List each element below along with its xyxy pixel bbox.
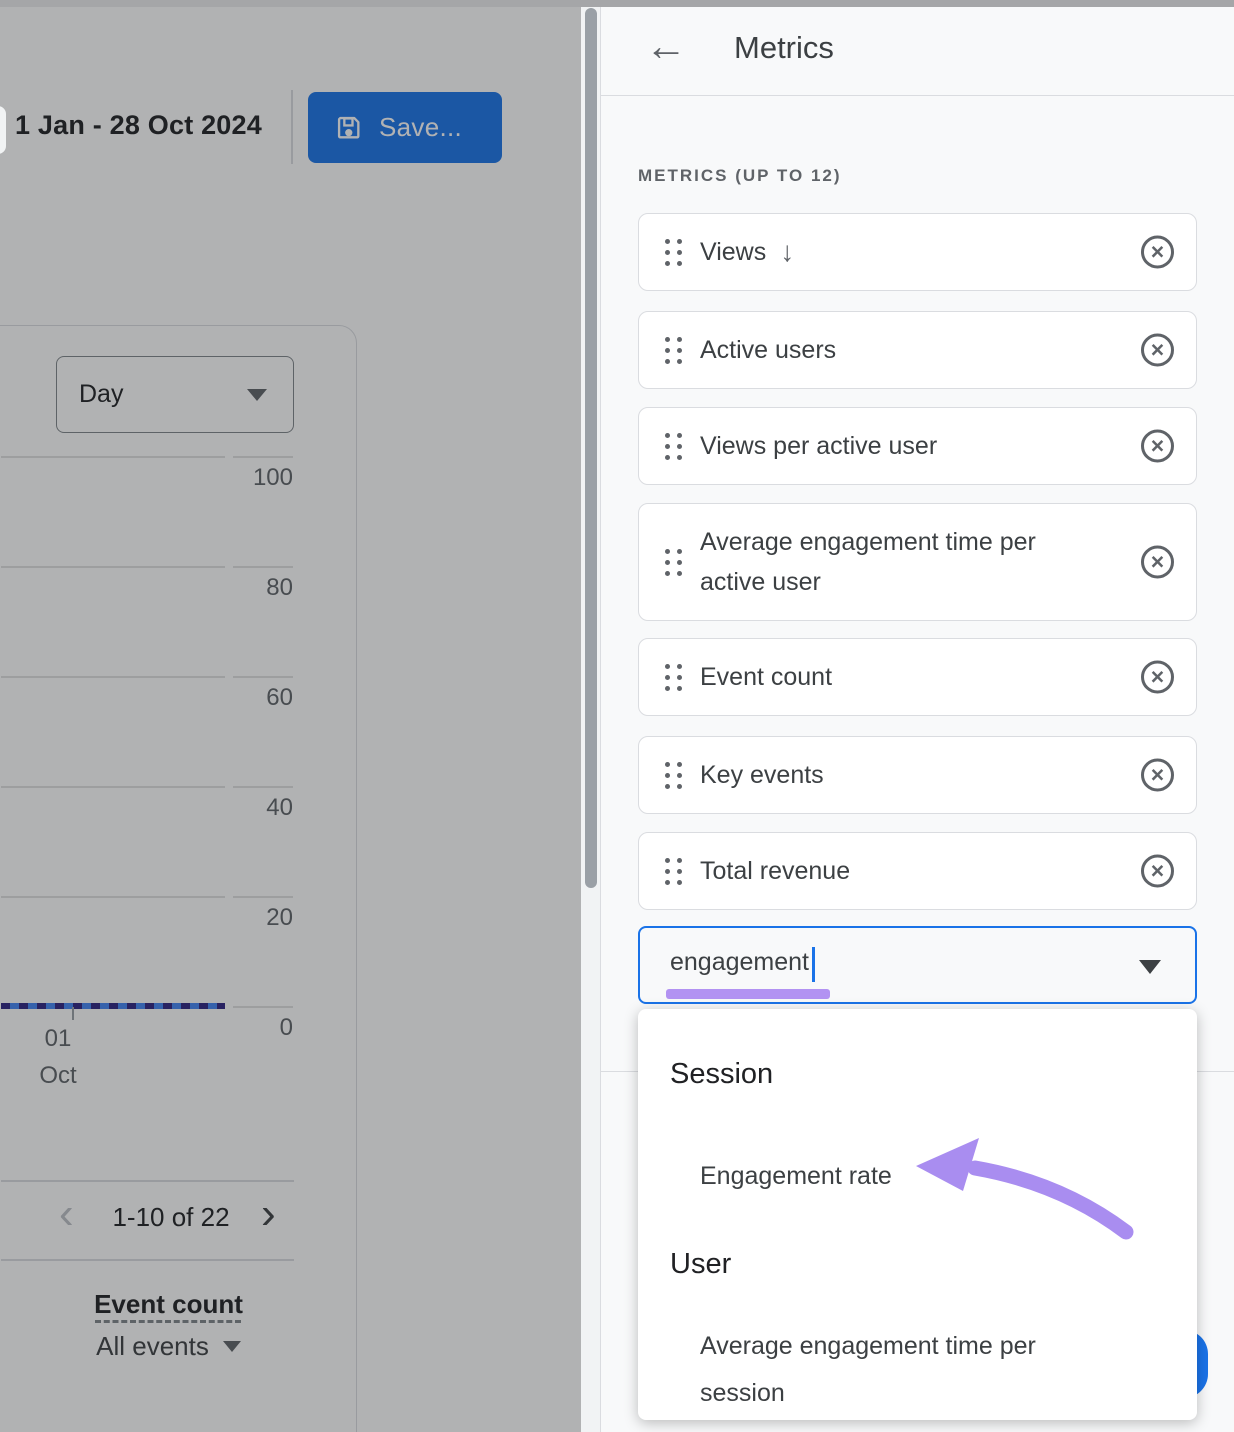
top-chrome-bar [0,0,1234,7]
metric-chip-label: Total revenue [700,851,850,891]
remove-metric-icon[interactable]: × [1141,759,1174,792]
metric-search-value: engagement [670,948,809,977]
back-arrow-icon[interactable]: ← [645,22,687,70]
suggestion-item-average-engagement-time-per-session[interactable]: Average engagement time per session [700,1323,1100,1417]
suggestion-group-header: User [670,1248,731,1281]
suggestion-item-engagement-rate[interactable]: Engagement rate [700,1153,1100,1200]
chevron-down-icon[interactable] [1139,960,1161,974]
panel-title: Metrics [734,30,834,66]
metric-chip-active-users[interactable]: Active users × [638,311,1197,389]
panel-header: ← Metrics [601,0,1234,96]
drag-handle-icon[interactable] [665,858,682,885]
remove-metric-icon[interactable]: × [1141,430,1174,463]
remove-metric-icon[interactable]: × [1141,236,1174,269]
drag-handle-icon[interactable] [665,549,682,576]
metric-chip-label: Views [700,232,766,272]
text-cursor [812,947,815,982]
metric-chip-total-revenue[interactable]: Total revenue × [638,832,1197,910]
sort-desc-icon: ↓ [780,236,794,268]
metric-chip-label: Active users [700,330,836,370]
remove-metric-icon[interactable]: × [1141,546,1174,579]
remove-metric-icon[interactable]: × [1141,855,1174,888]
metrics-panel: ← Metrics METRICS (UP TO 12) Views↓×Acti… [600,0,1234,1432]
edge-widget [0,106,6,154]
report-background: 1 Jan - 28 Oct 2024 Save... Day 10080604… [0,0,581,1432]
metric-chip-label: Key events [700,755,824,795]
drag-handle-icon[interactable] [665,664,682,691]
drag-handle-icon[interactable] [665,239,682,266]
scrollbar-track[interactable] [581,0,600,1432]
metric-chip-label: Event count [700,657,832,697]
metric-chip-views-per-active-user[interactable]: Views per active user × [638,407,1197,485]
suggestion-group-header: Session [670,1058,773,1091]
remove-metric-icon[interactable]: × [1141,334,1174,367]
metric-chip-label: Average engagement time per active user [700,522,1050,602]
drag-handle-icon[interactable] [665,433,682,460]
metric-chip-event-count[interactable]: Event count × [638,638,1197,716]
metric-chip-key-events[interactable]: Key events × [638,736,1197,814]
remove-metric-icon[interactable]: × [1141,661,1174,694]
drag-handle-icon[interactable] [665,762,682,789]
metrics-section-label: METRICS (UP TO 12) [638,166,842,186]
scrollbar-thumb[interactable] [585,8,597,888]
drag-handle-icon[interactable] [665,337,682,364]
metric-chip-label: Views per active user [700,426,937,466]
metric-chip-views[interactable]: Views ↓ × [638,213,1197,291]
metric-chip-average-engagement-time-per-active-user[interactable]: Average engagement time per active user × [638,503,1197,621]
metric-search-input[interactable]: engagement [638,926,1197,1004]
modal-scrim[interactable] [0,0,581,1432]
annotation-highlight [666,989,830,999]
metric-suggestions-dropdown: Session Engagement rate User Average engage… [638,1009,1197,1420]
